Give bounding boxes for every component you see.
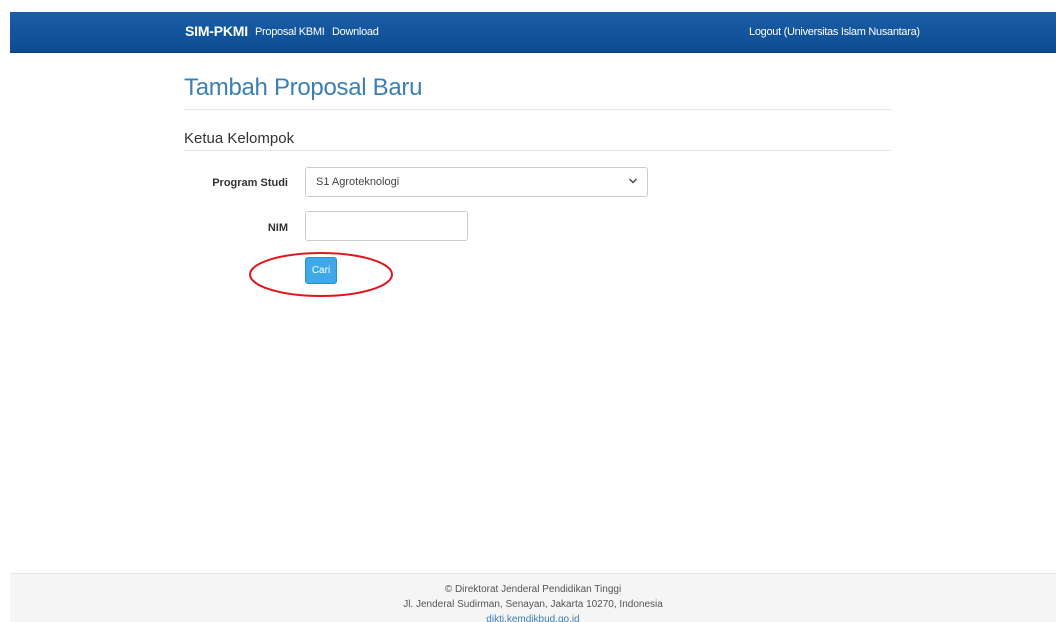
section-divider xyxy=(184,150,891,151)
nim-label: NIM xyxy=(267,222,288,234)
program-studi-select[interactable]: S1 Agroteknologi xyxy=(305,167,648,197)
footer: © Direktorat Jenderal Pendidikan Tinggi … xyxy=(10,573,1056,622)
nav-proposal-kbmi[interactable]: Proposal KBMI xyxy=(255,26,325,38)
cari-button[interactable]: Cari xyxy=(305,257,337,284)
chevron-down-icon xyxy=(629,178,637,184)
program-studi-label: Program Studi xyxy=(212,177,288,189)
footer-copyright: © Direktorat Jenderal Pendidikan Tinggi xyxy=(444,584,622,595)
footer-address: Jl. Jenderal Sudirman, Senayan, Jakarta … xyxy=(403,599,663,610)
title-divider xyxy=(184,109,891,110)
section-title: Ketua Kelompok xyxy=(184,130,295,147)
logout-link[interactable]: Logout (Universitas Islam Nusantara) xyxy=(749,26,920,38)
program-studi-selected-value: S1 Agroteknologi xyxy=(316,176,400,188)
nav-download[interactable]: Download xyxy=(332,26,379,38)
nim-input[interactable] xyxy=(305,211,468,241)
brand-logo[interactable]: SIM-PKMI xyxy=(185,23,248,39)
top-navbar: SIM-PKMI Proposal KBMI Download Logout (… xyxy=(10,12,1056,53)
page-title: Tambah Proposal Baru xyxy=(184,74,423,101)
